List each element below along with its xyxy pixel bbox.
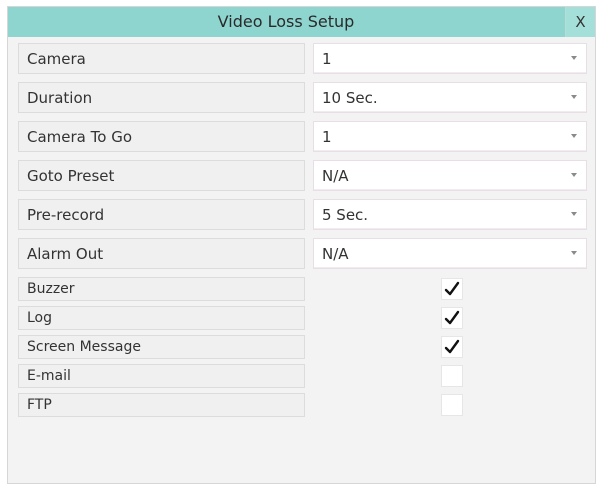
select-value: N/A [322, 166, 349, 185]
select-value: 1 [322, 49, 332, 68]
screen-message-checkbox[interactable] [441, 336, 463, 358]
close-button[interactable]: X [565, 7, 595, 37]
option-row-email: E-mail [18, 364, 603, 388]
camera-select[interactable]: 1 [313, 43, 587, 74]
select-value: 10 Sec. [322, 88, 378, 107]
pre-record-select[interactable]: 5 Sec. [313, 199, 587, 230]
select-value: 5 Sec. [322, 205, 369, 224]
chevron-down-icon [571, 172, 577, 177]
option-row-ftp: FTP [18, 393, 603, 417]
option-label: E-mail [18, 364, 305, 388]
alarm-out-select[interactable]: N/A [313, 238, 587, 269]
checkmark-icon [444, 310, 460, 325]
chevron-down-icon [571, 55, 577, 60]
option-label: FTP [18, 393, 305, 417]
log-checkbox[interactable] [441, 307, 463, 329]
checkmark-icon [444, 339, 460, 354]
option-row-screen-message: Screen Message [18, 335, 603, 359]
setting-row-camera-to-go: Camera To Go 1 [18, 121, 603, 152]
chevron-down-icon [571, 94, 577, 99]
option-row-log: Log [18, 306, 603, 330]
setting-row-duration: Duration 10 Sec. [18, 82, 603, 113]
setting-label: Camera [18, 43, 305, 74]
option-label: Log [18, 306, 305, 330]
buzzer-checkbox[interactable] [441, 278, 463, 300]
goto-preset-select[interactable]: N/A [313, 160, 587, 191]
video-loss-dialog: Video Loss Setup X Camera 1 Duration 10 … [7, 6, 596, 484]
setting-row-goto-preset: Goto Preset N/A [18, 160, 603, 191]
setting-label: Duration [18, 82, 305, 113]
chevron-down-icon [571, 250, 577, 255]
option-label: Buzzer [18, 277, 305, 301]
duration-select[interactable]: 10 Sec. [313, 82, 587, 113]
chevron-down-icon [571, 133, 577, 138]
checkmark-icon [444, 281, 460, 296]
setting-row-pre-record: Pre-record 5 Sec. [18, 199, 603, 230]
select-value: 1 [322, 127, 332, 146]
setting-row-camera: Camera 1 [18, 43, 603, 74]
setting-label: Alarm Out [18, 238, 305, 269]
option-label: Screen Message [18, 335, 305, 359]
select-value: N/A [322, 244, 349, 263]
dialog-titlebar: Video Loss Setup X [8, 7, 595, 37]
option-row-buzzer: Buzzer [18, 277, 603, 301]
setting-row-alarm-out: Alarm Out N/A [18, 238, 603, 269]
camera-to-go-select[interactable]: 1 [313, 121, 587, 152]
email-checkbox[interactable] [441, 365, 463, 387]
chevron-down-icon [571, 211, 577, 216]
ftp-checkbox[interactable] [441, 394, 463, 416]
setting-label: Goto Preset [18, 160, 305, 191]
setting-label: Camera To Go [18, 121, 305, 152]
setting-label: Pre-record [18, 199, 305, 230]
settings-list: Camera 1 Duration 10 Sec. Camera To Go 1… [18, 43, 603, 422]
dialog-title: Video Loss Setup [217, 12, 355, 31]
